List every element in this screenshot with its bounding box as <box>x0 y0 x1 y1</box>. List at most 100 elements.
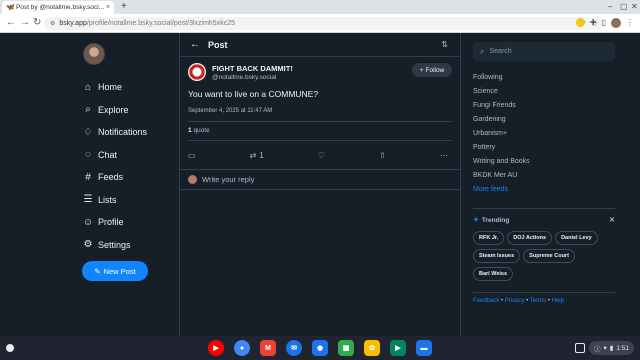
nav-item-notifications[interactable]: ♢ Notifications <box>82 121 172 144</box>
search-input[interactable]: ⌕ Search <box>473 42 615 61</box>
new-post-button[interactable]: ✎ New Post <box>82 261 148 281</box>
like-button[interactable]: ♡ <box>318 151 325 160</box>
quote-label: quote <box>193 127 210 134</box>
side-panel-icon[interactable]: ▯ <box>602 17 606 29</box>
trending-topic[interactable]: DOJ Actions <box>507 231 553 245</box>
more-feeds-link[interactable]: More feeds <box>473 183 615 197</box>
repost-button[interactable]: ⇄ 1 <box>250 151 264 160</box>
quote-count-link[interactable]: 1 quote <box>188 122 452 140</box>
extensions-puzzle-icon[interactable]: ✚ <box>590 17 597 29</box>
reply-composer[interactable]: Write your reply <box>180 169 460 190</box>
photos-icon[interactable]: ✿ <box>364 340 380 356</box>
back-arrow-icon[interactable]: ← <box>190 39 200 50</box>
tab-title: Post by @notallme.bsky.soci... <box>16 4 105 11</box>
author-handle[interactable]: @notallme.bsky.social <box>212 74 293 81</box>
avatar[interactable] <box>83 43 105 65</box>
new-tab-button[interactable]: + <box>121 2 127 12</box>
feed-link[interactable]: Following <box>473 71 615 85</box>
nav-item-feeds[interactable]: # Feeds <box>82 166 172 189</box>
chrome-icon[interactable]: ● <box>234 340 250 356</box>
messages-icon[interactable]: ✉ <box>286 340 302 356</box>
trending-topic[interactable]: Steam Issues <box>473 249 521 263</box>
feed-link[interactable]: Gardening <box>473 113 615 127</box>
trending-topic[interactable]: Daniel Levy <box>555 231 598 245</box>
forward-arrow-icon[interactable]: → <box>20 17 30 29</box>
extension-icon[interactable] <box>575 18 585 27</box>
nav-item-explore[interactable]: ⌕ Explore <box>82 99 172 122</box>
trending-topic[interactable]: RFK Jr. <box>473 231 505 245</box>
trending-topic[interactable]: Supreme Court <box>523 249 575 263</box>
feed-link[interactable]: Urbanism+ <box>473 127 615 141</box>
avatar <box>188 175 197 184</box>
follow-button[interactable]: + Follow <box>412 63 452 77</box>
plus-icon: + <box>419 66 424 74</box>
play-store-icon[interactable]: ▶ <box>390 340 406 356</box>
site-info-icon[interactable]: ⚙ <box>50 20 55 27</box>
nav-item-chat[interactable]: ◌ Chat <box>82 144 172 167</box>
files-icon[interactable]: ▬ <box>416 340 432 356</box>
feed-link[interactable]: Writing and Books <box>473 155 615 169</box>
screenshot-icon[interactable] <box>575 343 585 353</box>
url-host: bsky.app <box>59 20 87 27</box>
reply-placeholder: Write your reply <box>202 175 255 184</box>
close-icon[interactable]: ✕ <box>609 216 615 224</box>
system-tray[interactable]: ⓘ ▾ ▮ 1:51 <box>575 341 634 355</box>
gmail-icon[interactable]: M <box>260 340 276 356</box>
browser-profile-avatar[interactable] <box>611 18 621 28</box>
search-placeholder: Search <box>489 48 512 55</box>
house-icon: ⌂ <box>84 81 92 93</box>
quote-count: 1 <box>188 127 192 134</box>
new-post-label: New Post <box>103 266 136 276</box>
reply-button[interactable]: ▭ <box>188 151 196 160</box>
sheets-icon[interactable]: ▦ <box>338 340 354 356</box>
bluesky-favicon-icon: 🦋 <box>6 4 15 11</box>
hash-icon: # <box>85 171 91 183</box>
help-link[interactable]: Help <box>552 298 564 304</box>
feed-link[interactable]: Pottery <box>473 141 615 155</box>
trending-header: ✦ Trending ✕ <box>473 214 615 226</box>
browser-menu-icon[interactable]: ⋮ <box>626 17 634 29</box>
tab-close-icon[interactable]: × <box>106 4 110 11</box>
reload-icon[interactable]: ↻ <box>33 17 41 29</box>
back-arrow-icon[interactable]: ← <box>6 17 16 29</box>
info-icon: ⓘ <box>594 346 601 353</box>
terms-link[interactable]: Terms <box>530 298 546 304</box>
os-shelf: ▶ ● M ✉ ◉ ▦ ✿ ▶ ▬ ⓘ ▾ ▮ 1:51 <box>0 336 640 360</box>
feed-link[interactable]: Fungi Friends <box>473 99 615 113</box>
trending-title: Trending <box>481 216 510 224</box>
close-window-icon[interactable]: ✕ <box>631 2 638 12</box>
address-bar[interactable]: ⚙ bsky.app/profile/notallme.bsky.social/… <box>44 17 604 30</box>
ellipsis-icon: ⋯ <box>439 151 448 160</box>
browser-tab[interactable]: 🦋 Post by @notallme.bsky.soci... × <box>2 1 114 14</box>
feed-link[interactable]: BKDK Mer AU <box>473 169 615 183</box>
nav-item-lists[interactable]: ☰ Lists <box>82 189 172 212</box>
author-name[interactable]: FIGHT BACK DAMMIT! <box>212 64 293 73</box>
nav-label: Feeds <box>98 172 124 183</box>
user-icon: ☺ <box>82 216 94 228</box>
post: FIGHT BACK DAMMIT! @notallme.bsky.social… <box>180 57 460 169</box>
privacy-link[interactable]: Privacy <box>505 298 525 304</box>
feedback-link[interactable]: Feedback <box>473 298 499 304</box>
repost-icon: ⇄ <box>249 151 257 160</box>
wifi-icon: ▾ <box>603 345 607 352</box>
minimize-icon[interactable]: – <box>608 2 612 12</box>
youtube-icon[interactable]: ▶ <box>208 340 224 356</box>
author-avatar[interactable] <box>188 63 206 81</box>
more-options-button[interactable]: ⋯ <box>440 151 448 160</box>
shelf-apps: ▶ ● M ✉ ◉ ▦ ✿ ▶ ▬ <box>208 340 432 356</box>
nav-label: Notifications <box>98 127 148 138</box>
share-button[interactable]: ⇧ <box>379 151 386 160</box>
trending-topic[interactable]: Bari Weiss <box>473 267 514 281</box>
chat-icon: ◌ <box>85 149 91 161</box>
feed-link[interactable]: Science <box>473 85 615 99</box>
nav-item-home[interactable]: ⌂ Home <box>82 76 172 99</box>
camera-icon[interactable]: ◉ <box>312 340 328 356</box>
heart-icon: ♡ <box>317 151 326 160</box>
sort-options-icon[interactable]: ⇅ <box>441 40 448 49</box>
launcher-icon[interactable] <box>6 344 14 352</box>
nav-label: Home <box>98 82 123 93</box>
maximize-icon[interactable]: ▢ <box>620 2 628 12</box>
nav-item-profile[interactable]: ☺ Profile <box>82 211 172 234</box>
nav-item-settings[interactable]: ⚙ Settings <box>82 234 172 257</box>
search-icon: ⌕ <box>480 46 485 56</box>
